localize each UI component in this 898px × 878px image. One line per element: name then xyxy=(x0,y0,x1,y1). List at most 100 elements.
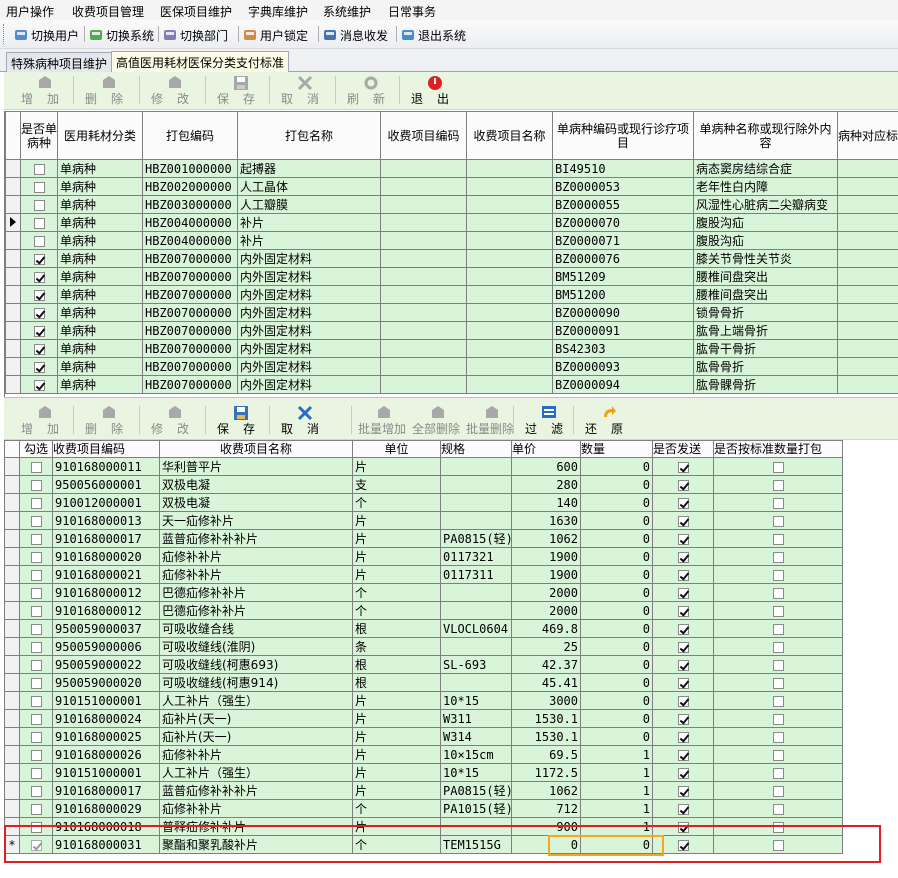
single-disease-cell[interactable] xyxy=(20,375,58,394)
single-disease-checkbox[interactable] xyxy=(33,361,45,373)
unit-cell[interactable]: 根 xyxy=(352,619,441,638)
package-code-cell[interactable]: HBZ001000000 xyxy=(142,159,238,178)
table-row[interactable]: 单病种 HBZ007000000 内外固定材料 BZ0000076 膝关节骨性关节炎 xyxy=(5,249,898,268)
fee-item-code-cell[interactable] xyxy=(380,375,467,394)
select-checkbox[interactable] xyxy=(30,605,42,617)
send-checkbox[interactable] xyxy=(677,803,689,815)
select-checkbox[interactable] xyxy=(30,515,42,527)
select-checkbox[interactable] xyxy=(30,497,42,509)
unit-cell[interactable]: 片 xyxy=(352,745,441,764)
single-disease-checkbox[interactable] xyxy=(33,289,45,301)
col-header-unit[interactable]: 单位 xyxy=(352,440,441,458)
fee-item-name-cell[interactable] xyxy=(466,285,553,304)
single-disease-checkbox[interactable] xyxy=(33,253,45,265)
select-cell[interactable] xyxy=(19,565,53,584)
batch-delete-button[interactable]: 批量删除 xyxy=(462,404,518,436)
pack-by-standard-checkbox[interactable] xyxy=(772,533,784,545)
spec-cell[interactable]: PA0815(轻) xyxy=(440,781,512,800)
fee-code-cell[interactable]: 950059000020 xyxy=(52,673,160,692)
fee-name-cell[interactable]: 天一疝修补片 xyxy=(159,511,353,530)
package-name-cell[interactable]: 人工晶体 xyxy=(237,177,381,196)
material-category-cell[interactable]: 单病种 xyxy=(57,375,143,394)
table-row[interactable]: 950059000020 可吸收缝线(柯惠914) 根 45.41 0 xyxy=(4,673,843,692)
send-cell[interactable] xyxy=(652,709,714,728)
menu-item[interactable]: 医保项目维护 xyxy=(160,3,232,20)
quantity-cell[interactable]: 0 xyxy=(580,565,653,584)
price-cell[interactable]: 25 xyxy=(511,637,581,656)
select-cell[interactable] xyxy=(19,637,53,656)
fee-item-name-cell[interactable] xyxy=(466,357,553,376)
quantity-cell[interactable]: 0 xyxy=(580,727,653,746)
package-name-cell[interactable]: 内外固定材料 xyxy=(237,285,381,304)
table-row[interactable]: 910012000001 双极电凝个 140 0 xyxy=(4,493,843,512)
fee-code-cell[interactable]: 910168000011 xyxy=(52,457,160,476)
fee-item-name-cell[interactable] xyxy=(466,177,553,196)
send-checkbox[interactable] xyxy=(677,713,689,725)
disease-standard-cell[interactable] xyxy=(837,177,898,196)
package-name-cell[interactable]: 内外固定材料 xyxy=(237,321,381,340)
tab-special-disease-maintenance[interactable]: 特殊病种项目维护 xyxy=(6,52,113,72)
table-row[interactable]: 910168000012 巴德疝修补补片个 2000 0 xyxy=(4,601,843,620)
select-cell[interactable] xyxy=(19,475,53,494)
table-row[interactable]: 910168000020 疝修补补片片 0117321 1900 0 xyxy=(4,547,843,566)
package-code-cell[interactable]: HBZ007000000 xyxy=(142,285,238,304)
send-checkbox[interactable] xyxy=(677,641,689,653)
pack-by-standard-cell[interactable] xyxy=(713,637,843,656)
pack-by-standard-cell[interactable] xyxy=(713,583,843,602)
disease-name-cell[interactable]: 膝关节骨性关节炎 xyxy=(693,249,838,268)
table-row[interactable]: 910168000017 蓝普疝修补补补片片 PA0815(轻) 1062 1 xyxy=(4,781,843,800)
edit-button[interactable]: 修改 xyxy=(142,74,204,106)
send-cell[interactable] xyxy=(652,781,714,800)
package-name-cell[interactable]: 内外固定材料 xyxy=(237,267,381,286)
fee-code-cell[interactable]: 910151000001 xyxy=(52,763,160,782)
fee-item-code-cell[interactable] xyxy=(380,303,467,322)
select-checkbox[interactable] xyxy=(30,479,42,491)
table-row[interactable]: 910168000029 疝修补补片个 PA1015(轻) 712 1 xyxy=(4,799,843,818)
table-row[interactable]: 950056000001 双极电凝支 280 0 xyxy=(4,475,843,494)
disease-code-cell[interactable]: BZ0000093 xyxy=(552,357,694,376)
delete-button[interactable]: 删除 xyxy=(76,74,138,106)
fee-code-cell[interactable]: 910168000025 xyxy=(52,727,160,746)
pack-by-standard-cell[interactable] xyxy=(713,457,843,476)
fee-code-cell[interactable]: 910168000012 xyxy=(52,583,160,602)
fee-item-code-cell[interactable] xyxy=(380,249,467,268)
send-checkbox[interactable] xyxy=(677,605,689,617)
menu-item[interactable]: 用户操作 xyxy=(6,3,54,20)
spec-cell[interactable]: PA0815(轻) xyxy=(440,529,512,548)
toolbar-grip[interactable] xyxy=(3,24,6,44)
filter-button[interactable]: 过滤 xyxy=(516,404,578,436)
unit-cell[interactable]: 根 xyxy=(352,673,441,692)
send-cell[interactable] xyxy=(652,601,714,620)
send-checkbox[interactable] xyxy=(677,551,689,563)
pack-by-standard-cell[interactable] xyxy=(713,799,843,818)
fee-item-code-cell[interactable] xyxy=(380,231,467,250)
select-cell[interactable] xyxy=(19,781,53,800)
single-disease-cell[interactable] xyxy=(20,303,58,322)
save-button[interactable]: 保存 xyxy=(208,74,270,106)
select-cell[interactable] xyxy=(19,655,53,674)
package-name-cell[interactable]: 人工瓣膜 xyxy=(237,195,381,214)
message-button[interactable]: 消息收发 xyxy=(323,25,388,45)
price-cell[interactable]: 2000 xyxy=(511,583,581,602)
package-code-cell[interactable]: HBZ007000000 xyxy=(142,321,238,340)
quantity-cell[interactable]: 0 xyxy=(580,457,653,476)
price-cell[interactable]: 69.5 xyxy=(511,745,581,764)
table-row[interactable]: 单病种 HBZ007000000 内外固定材料 BZ0000094 肱骨髁骨折 xyxy=(5,375,898,394)
quantity-cell[interactable]: 1 xyxy=(580,781,653,800)
pack-by-standard-checkbox[interactable] xyxy=(772,587,784,599)
table-row[interactable]: 单病种 HBZ007000000 内外固定材料 BM51200 腰椎间盘突出 xyxy=(5,285,898,304)
package-code-cell[interactable]: HBZ003000000 xyxy=(142,195,238,214)
spec-cell[interactable] xyxy=(440,511,512,530)
fee-item-name-cell[interactable] xyxy=(466,375,553,394)
send-cell[interactable] xyxy=(652,727,714,746)
package-code-cell[interactable]: HBZ002000000 xyxy=(142,177,238,196)
select-cell[interactable] xyxy=(19,709,53,728)
send-checkbox[interactable] xyxy=(677,461,689,473)
pack-by-standard-checkbox[interactable] xyxy=(772,551,784,563)
fee-item-name-cell[interactable] xyxy=(466,231,553,250)
disease-code-cell[interactable]: BI49510 xyxy=(552,159,694,178)
spec-cell[interactable]: 10*15 xyxy=(440,691,512,710)
delete-button[interactable]: 删除 xyxy=(76,404,138,436)
fee-item-code-cell[interactable] xyxy=(380,267,467,286)
fee-name-cell[interactable]: 可吸收缝线(柯惠693) xyxy=(159,655,353,674)
